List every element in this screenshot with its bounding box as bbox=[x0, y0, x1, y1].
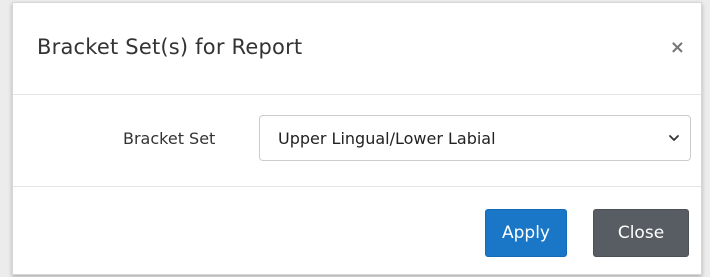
close-button[interactable]: Close bbox=[593, 209, 689, 257]
bracket-set-selected-value: Upper Lingual/Lower Labial bbox=[278, 129, 496, 148]
dialog-body: Bracket Set Upper Lingual/Lower Labial bbox=[13, 95, 701, 187]
dialog-title: Bracket Set(s) for Report bbox=[37, 35, 303, 59]
bracket-set-select[interactable]: Upper Lingual/Lower Labial bbox=[259, 115, 691, 161]
bracket-set-label: Bracket Set bbox=[123, 129, 216, 148]
close-icon[interactable]: × bbox=[670, 39, 685, 57]
dialog-header: Bracket Set(s) for Report × bbox=[13, 3, 701, 95]
bracket-set-dialog: Bracket Set(s) for Report × Bracket Set … bbox=[12, 2, 702, 275]
dialog-footer: Apply Close bbox=[13, 187, 701, 274]
apply-button[interactable]: Apply bbox=[485, 209, 567, 257]
chevron-down-icon bbox=[669, 135, 679, 141]
